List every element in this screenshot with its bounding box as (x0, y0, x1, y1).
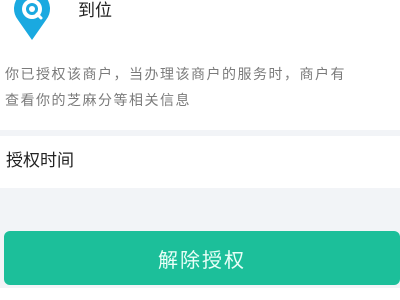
merchant-header: 到位 (0, 0, 400, 52)
merchant-name: 到位 (78, 1, 112, 21)
bottom-spacer (0, 288, 400, 300)
location-pin-icon (10, 0, 54, 42)
description-line-1: 你已授权该商户，当办理该商户的服务时，商户有 (5, 67, 346, 83)
revoke-authorization-button[interactable]: 解除授权 (4, 231, 400, 285)
authorization-time-label: 授权时间 (6, 151, 74, 171)
merchant-card: 到位 你已授权该商户，当办理该商户的服务时，商户有 查看你的芝麻分等相关信息 (0, 0, 400, 130)
description-line-2: 查看你的芝麻分等相关信息 (5, 93, 191, 109)
authorization-time-row: 授权时间 (0, 136, 400, 188)
authorization-description: 你已授权该商户，当办理该商户的服务时，商户有 查看你的芝麻分等相关信息 (5, 62, 397, 114)
